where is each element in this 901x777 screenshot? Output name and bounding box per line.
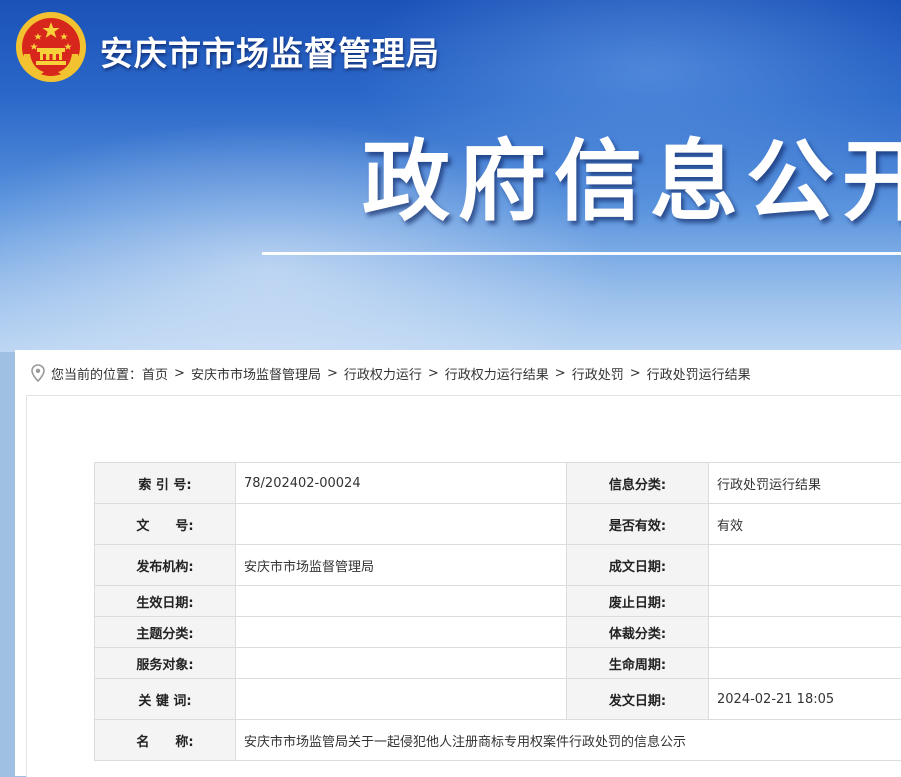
publish-date-label: 发文日期:: [567, 679, 709, 720]
location-pin-icon: [31, 364, 45, 382]
genre-category-label: 体裁分类:: [567, 617, 709, 648]
info-category-value: 行政处罚运行结果: [709, 463, 901, 504]
publisher-label: 发布机构:: [95, 545, 236, 586]
repeal-date-value: [709, 586, 901, 617]
table-row: 发布机构: 安庆市市场监督管理局 成文日期:: [95, 545, 901, 586]
validity-value: 有效: [709, 504, 901, 545]
publish-date-value: 2024-02-21 18:05: [709, 679, 901, 720]
breadcrumb-separator: >: [428, 366, 439, 381]
table-row: 服务对象: 生命周期:: [95, 648, 901, 679]
breadcrumb-prefix: 您当前的位置：: [51, 364, 142, 383]
table-row: 主题分类: 体裁分类:: [95, 617, 901, 648]
title-underline: [262, 252, 901, 255]
breadcrumb-org[interactable]: 安庆市市场监督管理局: [191, 364, 321, 383]
breadcrumb-separator: >: [630, 366, 641, 381]
title-value: 安庆市市场监管局关于一起侵犯他人注册商标专用权案件行政处罚的信息公示: [236, 720, 901, 761]
topic-category-value: [236, 617, 567, 648]
publisher-value: 安庆市市场监督管理局: [236, 545, 567, 586]
title-label: 名 称:: [95, 720, 236, 761]
table-row: 名 称: 安庆市市场监管局关于一起侵犯他人注册商标专用权案件行政处罚的信息公示: [95, 720, 901, 761]
header-banner: 安庆市市场监督管理局 政府信息公开: [0, 0, 901, 352]
content-panel: 您当前的位置： 首页 > 安庆市市场监督管理局 > 行政权力运行 > 行政权力运…: [15, 350, 901, 776]
index-number-label: 索 引 号:: [95, 463, 236, 504]
validity-label: 是否有效:: [567, 504, 709, 545]
breadcrumb-penalty[interactable]: 行政处罚: [572, 364, 624, 383]
info-metadata-table: 索 引 号: 78/202402-00024 信息分类: 行政处罚运行结果 文 …: [94, 462, 901, 761]
repeal-date-label: 废止日期:: [567, 586, 709, 617]
index-number-value: 78/202402-00024: [236, 463, 567, 504]
service-target-label: 服务对象:: [95, 648, 236, 679]
document-number-value: [236, 504, 567, 545]
life-cycle-value: [709, 648, 901, 679]
table-row: 索 引 号: 78/202402-00024 信息分类: 行政处罚运行结果: [95, 463, 901, 504]
breadcrumb-power-results[interactable]: 行政权力运行结果: [445, 364, 549, 383]
written-date-label: 成文日期:: [567, 545, 709, 586]
org-title[interactable]: 安庆市市场监督管理局: [100, 27, 440, 75]
keywords-label: 关 键 词:: [95, 679, 236, 720]
table-row: 关 键 词: 发文日期: 2024-02-21 18:05: [95, 679, 901, 720]
life-cycle-label: 生命周期:: [567, 648, 709, 679]
table-row: 生效日期: 废止日期:: [95, 586, 901, 617]
genre-category-value: [709, 617, 901, 648]
effective-date-value: [236, 586, 567, 617]
national-emblem-icon: [14, 10, 88, 84]
keywords-value: [236, 679, 567, 720]
breadcrumb-separator: >: [555, 366, 566, 381]
topic-category-label: 主题分类:: [95, 617, 236, 648]
breadcrumb-separator: >: [174, 366, 185, 381]
breadcrumb: 您当前的位置： 首页 > 安庆市市场监督管理局 > 行政权力运行 > 行政权力运…: [31, 362, 751, 384]
breadcrumb-penalty-results[interactable]: 行政处罚运行结果: [647, 364, 751, 383]
breadcrumb-home[interactable]: 首页: [142, 364, 168, 383]
breadcrumb-power-operation[interactable]: 行政权力运行: [344, 364, 422, 383]
info-category-label: 信息分类:: [567, 463, 709, 504]
table-row: 文 号: 是否有效: 有效: [95, 504, 901, 545]
document-number-label: 文 号:: [95, 504, 236, 545]
effective-date-label: 生效日期:: [95, 586, 236, 617]
service-target-value: [236, 648, 567, 679]
written-date-value: [709, 545, 901, 586]
section-title: 政府信息公开: [362, 138, 901, 226]
breadcrumb-separator: >: [327, 366, 338, 381]
